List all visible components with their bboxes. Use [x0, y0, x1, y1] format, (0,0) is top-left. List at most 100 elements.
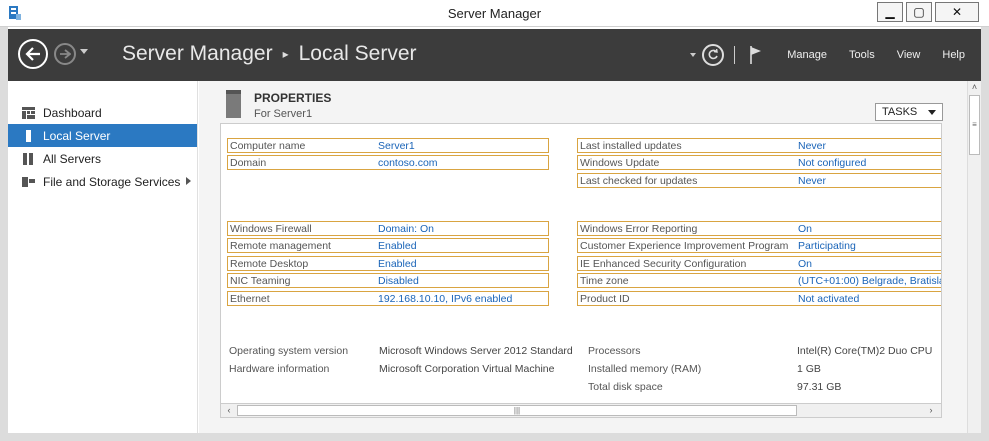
- tasks-dropdown-button[interactable]: TASKS: [875, 103, 943, 121]
- forward-arrow-icon: [60, 49, 71, 59]
- sidebar-item-dashboard[interactable]: Dashboard: [8, 101, 197, 124]
- property-row: NIC Teaming Disabled: [227, 273, 549, 288]
- property-value-link[interactable]: Domain: On: [378, 223, 434, 235]
- property-value-link[interactable]: Enabled: [378, 258, 417, 270]
- maximize-button[interactable]: ▢: [906, 2, 932, 22]
- info-row: Processors Intel(R) Core(TM)2 Duo CPU: [588, 345, 938, 357]
- chevron-right-icon[interactable]: [186, 177, 191, 185]
- window-title: Server Manager: [447, 6, 542, 21]
- vertical-scrollbar[interactable]: ˄ ≡: [967, 81, 981, 433]
- horizontal-scroll-thumb[interactable]: |||: [237, 405, 797, 416]
- servers-icon: [23, 152, 33, 165]
- header-divider: [734, 46, 736, 64]
- sidebar-item-file-storage[interactable]: File and Storage Services: [8, 170, 197, 193]
- property-value-link[interactable]: (UTC+01:00) Belgrade, Bratislav: [798, 275, 941, 287]
- property-label: Computer name: [230, 139, 306, 152]
- property-label: Customer Experience Improvement Program: [580, 239, 789, 252]
- menu-tools[interactable]: Tools: [849, 49, 875, 61]
- property-label: Product ID: [580, 292, 630, 305]
- scroll-left-icon[interactable]: ‹: [222, 405, 236, 416]
- info-label: Processors: [588, 345, 641, 357]
- horizontal-scrollbar[interactable]: ‹ ||| ›: [221, 403, 941, 417]
- property-row: Last checked for updates Never: [577, 173, 941, 188]
- window-titlebar: Server Manager ▁ ▢ ✕: [0, 0, 989, 27]
- info-row: Hardware information Microsoft Corporati…: [229, 363, 569, 375]
- info-value: Microsoft Corporation Virtual Machine: [379, 363, 555, 375]
- storage-icon: [22, 176, 35, 187]
- info-value: 97.31 GB: [797, 381, 842, 393]
- property-label: Remote Desktop: [230, 257, 309, 270]
- main-content: PROPERTIES For Server1 TASKS Computer na…: [199, 81, 981, 433]
- property-value-link[interactable]: Never: [798, 175, 826, 187]
- refresh-button[interactable]: [702, 44, 725, 66]
- property-row: IE Enhanced Security Configuration On: [577, 256, 941, 271]
- property-value-link[interactable]: On: [798, 223, 812, 235]
- property-label: IE Enhanced Security Configuration: [580, 257, 747, 270]
- scroll-right-icon[interactable]: ›: [924, 405, 938, 416]
- properties-panel: Computer name Server1 Domain contoso.com…: [220, 123, 942, 418]
- property-row: Ethernet 192.168.10.10, IPv6 enabled: [227, 291, 549, 306]
- info-value: 1 GB: [797, 363, 821, 375]
- info-row: Operating system version Microsoft Windo…: [229, 345, 573, 357]
- breadcrumb-separator-icon: ▸: [282, 47, 289, 61]
- property-label: Last checked for updates: [580, 174, 698, 187]
- property-value-link[interactable]: contoso.com: [378, 157, 438, 169]
- property-label: Time zone: [580, 274, 629, 287]
- info-label: Hardware information: [229, 363, 330, 375]
- vertical-scroll-thumb[interactable]: ≡: [969, 95, 980, 155]
- scroll-up-icon[interactable]: ˄: [968, 82, 981, 94]
- property-row: Windows Update Not configured: [577, 155, 941, 170]
- app-header: Server Manager ▸ Local Server Manage Too…: [8, 29, 981, 81]
- minimize-button[interactable]: ▁: [877, 2, 903, 22]
- property-value-link[interactable]: Never: [798, 140, 826, 152]
- property-row: Remote Desktop Enabled: [227, 256, 549, 271]
- property-row: Customer Experience Improvement Program …: [577, 238, 941, 253]
- dashboard-icon: [22, 106, 35, 119]
- property-value-link[interactable]: Server1: [378, 140, 415, 152]
- property-label: Ethernet: [230, 292, 270, 305]
- back-button[interactable]: [18, 39, 48, 69]
- property-value-link[interactable]: Not activated: [798, 293, 859, 305]
- property-value-link[interactable]: Enabled: [378, 240, 417, 252]
- window-bottom-border: [0, 433, 989, 441]
- menu-help[interactable]: Help: [942, 49, 965, 61]
- property-value-link[interactable]: On: [798, 258, 812, 270]
- forward-button[interactable]: [54, 43, 76, 65]
- window-right-border: [981, 27, 989, 433]
- tasks-label: TASKS: [882, 106, 918, 118]
- close-button[interactable]: ✕: [935, 2, 979, 22]
- sidebar-item-label: All Servers: [43, 151, 102, 166]
- property-row: Time zone (UTC+01:00) Belgrade, Bratisla…: [577, 273, 941, 288]
- property-value-link[interactable]: Not configured: [798, 157, 866, 169]
- history-dropdown-icon[interactable]: [80, 49, 88, 54]
- properties-title: PROPERTIES: [254, 91, 332, 105]
- property-value-link[interactable]: Disabled: [378, 275, 419, 287]
- properties-tile-icon: [226, 90, 241, 118]
- property-row: Remote management Enabled: [227, 238, 549, 253]
- property-row: Computer name Server1: [227, 138, 549, 153]
- menu-manage[interactable]: Manage: [787, 49, 827, 61]
- sidebar-item-label: Local Server: [43, 128, 111, 143]
- breadcrumb-root[interactable]: Server Manager: [122, 42, 273, 66]
- refresh-icon: [708, 49, 719, 60]
- back-arrow-icon: [25, 47, 40, 61]
- property-row: Windows Error Reporting On: [577, 221, 941, 236]
- refresh-dropdown-icon[interactable]: [690, 53, 697, 57]
- sidebar-item-local-server[interactable]: Local Server: [8, 124, 197, 147]
- info-row: Total disk space 97.31 GB: [588, 381, 938, 393]
- property-label: Windows Update: [580, 156, 660, 169]
- breadcrumb: Server Manager ▸ Local Server: [122, 42, 417, 66]
- sidebar-item-label: File and Storage Services: [43, 174, 181, 189]
- info-value: Microsoft Windows Server 2012 Standard: [379, 345, 573, 357]
- server-icon: [26, 129, 31, 142]
- menu-view[interactable]: View: [897, 49, 921, 61]
- property-label: Remote management: [230, 239, 331, 252]
- property-row: Product ID Not activated: [577, 291, 941, 306]
- info-value: Intel(R) Core(TM)2 Duo CPU: [797, 345, 933, 357]
- sidebar-item-all-servers[interactable]: All Servers: [8, 147, 197, 170]
- property-row: Windows Firewall Domain: On: [227, 221, 549, 236]
- notifications-flag-icon[interactable]: [749, 45, 763, 65]
- window-left-border: [0, 27, 8, 433]
- property-value-link[interactable]: Participating: [798, 240, 856, 252]
- property-value-link[interactable]: 192.168.10.10, IPv6 enabled: [378, 293, 512, 305]
